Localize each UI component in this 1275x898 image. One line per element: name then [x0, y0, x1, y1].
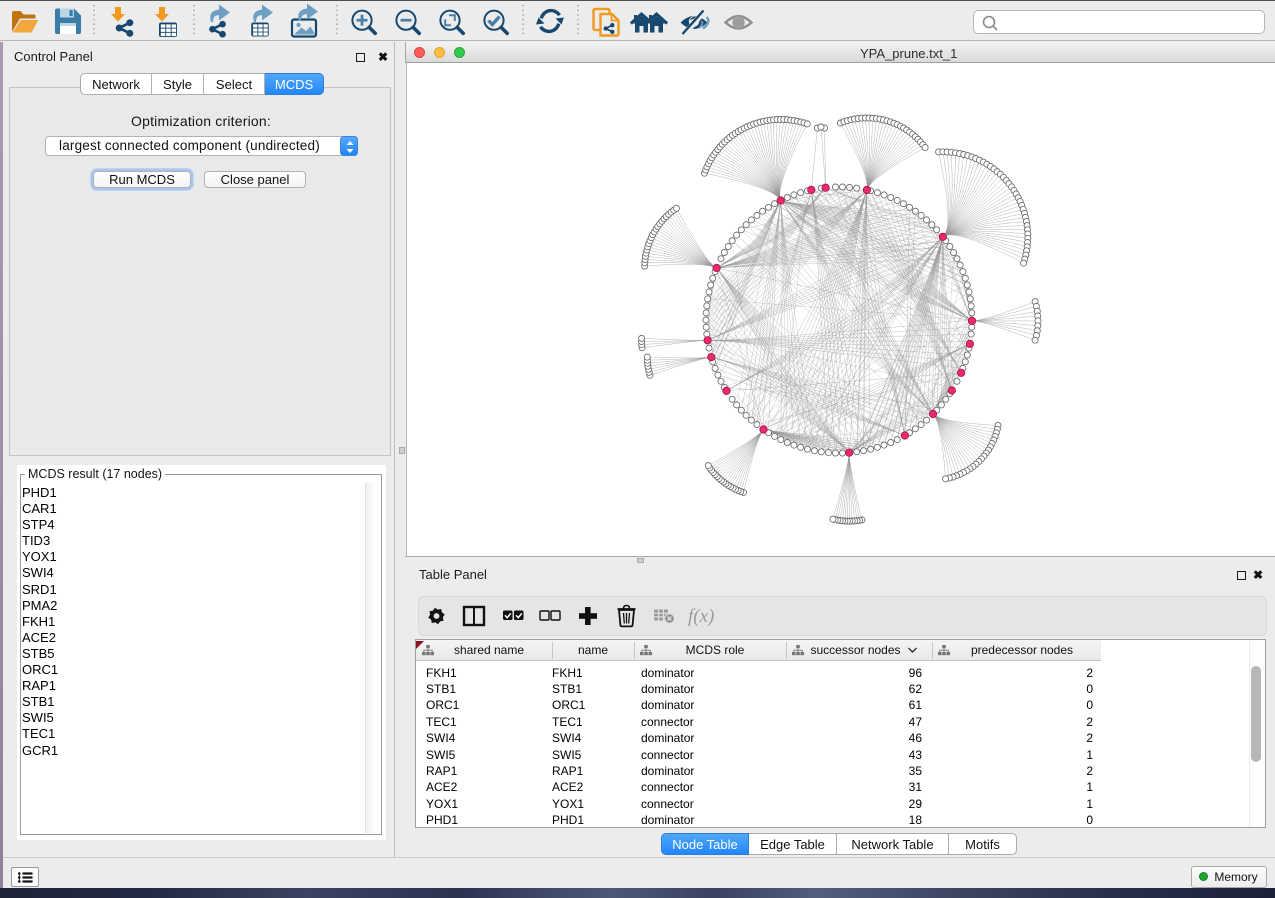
svg-text:f(x): f(x) — [688, 606, 714, 627]
